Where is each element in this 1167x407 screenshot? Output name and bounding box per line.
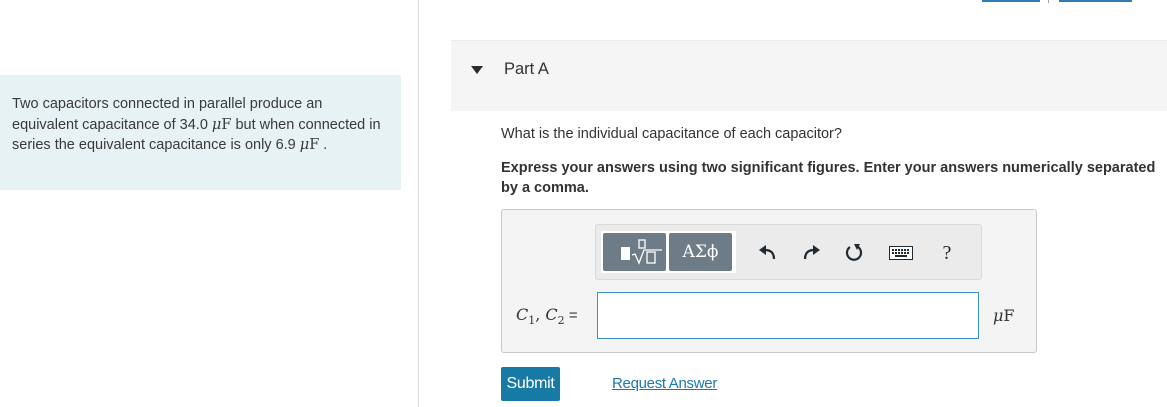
submit-button[interactable]: Submit (501, 367, 560, 401)
top-nav-link-1[interactable] (982, 0, 1040, 2)
greek-symbols-button[interactable]: ΑΣϕ (669, 233, 732, 271)
math-toolbar: ΑΣϕ ? (595, 224, 982, 280)
unit-microfarad-1: μF (211, 116, 232, 133)
sqrt-icon (631, 239, 662, 265)
problem-text-end: . (319, 137, 328, 153)
part-header[interactable]: Part A (451, 40, 1167, 111)
top-nav-separator (1048, 0, 1049, 3)
instruction-text: Express your answers using two significa… (501, 160, 1156, 196)
part-title: Part A (504, 60, 549, 78)
question-text: What is the individual capacitance of ea… (501, 126, 842, 142)
answer-label: C1, C2 = (516, 305, 578, 328)
answer-box: ΑΣϕ ? C1, C2 = μF (501, 209, 1037, 353)
redo-icon[interactable] (797, 239, 825, 267)
column-divider (418, 0, 419, 407)
template-tool-group: ΑΣϕ (601, 231, 736, 273)
undo-icon[interactable] (754, 239, 782, 267)
request-answer-link[interactable]: Request Answer (612, 375, 717, 392)
page: Two capacitors connected in parallel pro… (0, 0, 1167, 407)
templates-icon (621, 247, 630, 260)
help-icon[interactable]: ? (933, 239, 961, 267)
unit-microfarad-2: μF (299, 137, 320, 153)
collapse-caret-icon[interactable] (471, 66, 483, 74)
templates-button[interactable] (603, 233, 666, 271)
reset-icon[interactable] (840, 239, 868, 267)
answer-unit: μF (993, 306, 1015, 325)
problem-statement: Two capacitors connected in parallel pro… (0, 75, 401, 190)
top-nav-link-2[interactable] (1059, 0, 1132, 2)
answer-input[interactable] (597, 292, 979, 339)
keyboard-icon[interactable] (887, 239, 915, 267)
